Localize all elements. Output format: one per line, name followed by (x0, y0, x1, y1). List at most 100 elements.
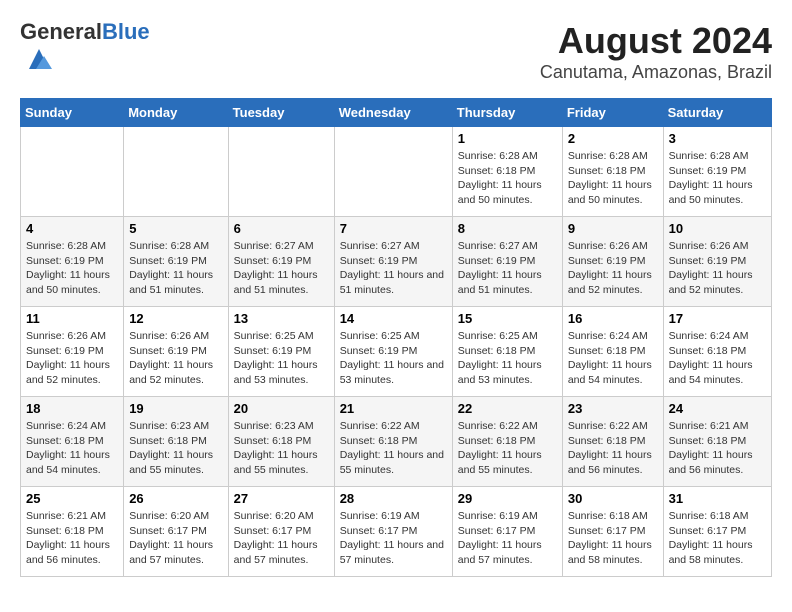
calendar-cell: 14 Sunrise: 6:25 AMSunset: 6:19 PMDayligh… (334, 307, 452, 397)
logo: GeneralBlue (20, 20, 150, 79)
day-number: 9 (568, 221, 658, 236)
calendar-cell: 13Sunrise: 6:25 AMSunset: 6:19 PMDayligh… (228, 307, 334, 397)
calendar-cell: 23 Sunrise: 6:22 AMSunset: 6:18 PMDayligh… (562, 397, 663, 487)
title-block: August 2024 Canutama, Amazonas, Brazil (540, 20, 772, 83)
day-number: 7 (340, 221, 447, 236)
day-number: 4 (26, 221, 118, 236)
calendar-cell: 2 Sunrise: 6:28 AMSunset: 6:18 PMDaylight… (562, 127, 663, 217)
week-row-2: 4 Sunrise: 6:28 AMSunset: 6:19 PMDaylight… (21, 217, 772, 307)
day-number: 17 (669, 311, 766, 326)
subtitle: Canutama, Amazonas, Brazil (540, 62, 772, 83)
calendar-cell: 20 Sunrise: 6:23 AMSunset: 6:18 PMDayligh… (228, 397, 334, 487)
cell-info: Sunrise: 6:25 AMSunset: 6:18 PMDaylight:… (458, 329, 557, 388)
calendar-cell: 5Sunrise: 6:28 AMSunset: 6:19 PMDaylight… (124, 217, 228, 307)
day-number: 6 (234, 221, 329, 236)
cell-info: Sunrise: 6:24 AMSunset: 6:18 PMDaylight:… (568, 329, 658, 388)
calendar-cell: 31 Sunrise: 6:18 AMSunset: 6:17 PMDayligh… (663, 487, 771, 577)
cell-info: Sunrise: 6:26 AMSunset: 6:19 PMDaylight:… (669, 239, 766, 298)
day-number: 3 (669, 131, 766, 146)
day-number: 10 (669, 221, 766, 236)
day-number: 14 (340, 311, 447, 326)
calendar-cell: 30 Sunrise: 6:18 AMSunset: 6:17 PMDayligh… (562, 487, 663, 577)
day-number: 31 (669, 491, 766, 506)
day-number: 15 (458, 311, 557, 326)
cell-info: Sunrise: 6:22 AMSunset: 6:18 PMDaylight:… (340, 419, 447, 478)
cell-info: Sunrise: 6:21 AMSunset: 6:18 PMDaylight:… (26, 509, 118, 568)
cell-info: Sunrise: 6:21 AMSunset: 6:18 PMDaylight:… (669, 419, 766, 478)
calendar-cell: 4Sunrise: 6:28 AMSunset: 6:19 PMDaylight… (21, 217, 124, 307)
logo-general-text: General (20, 19, 102, 44)
cell-info: Sunrise: 6:23 AMSunset: 6:18 PMDaylight:… (234, 419, 329, 478)
day-number: 13 (234, 311, 329, 326)
cell-info: Sunrise: 6:27 AMSunset: 6:19 PMDaylight:… (234, 239, 329, 298)
day-number: 27 (234, 491, 329, 506)
cell-info: Sunrise: 6:26 AMSunset: 6:19 PMDaylight:… (26, 329, 118, 388)
cell-info: Sunrise: 6:26 AMSunset: 6:19 PMDaylight:… (568, 239, 658, 298)
calendar-cell: 6 Sunrise: 6:27 AMSunset: 6:19 PMDaylight… (228, 217, 334, 307)
day-number: 1 (458, 131, 557, 146)
cell-info: Sunrise: 6:24 AMSunset: 6:18 PMDaylight:… (26, 419, 118, 478)
cell-info: Sunrise: 6:20 AMSunset: 6:17 PMDaylight:… (129, 509, 222, 568)
day-number: 11 (26, 311, 118, 326)
day-number: 12 (129, 311, 222, 326)
day-number: 23 (568, 401, 658, 416)
cell-info: Sunrise: 6:22 AMSunset: 6:18 PMDaylight:… (568, 419, 658, 478)
day-number: 22 (458, 401, 557, 416)
calendar-cell: 22Sunrise: 6:22 AMSunset: 6:18 PMDayligh… (452, 397, 562, 487)
cell-info: Sunrise: 6:19 AMSunset: 6:17 PMDaylight:… (340, 509, 447, 568)
day-number: 19 (129, 401, 222, 416)
calendar-cell (21, 127, 124, 217)
calendar-cell: 29Sunrise: 6:19 AMSunset: 6:17 PMDayligh… (452, 487, 562, 577)
column-header-saturday: Saturday (663, 99, 771, 127)
calendar-cell (124, 127, 228, 217)
calendar-cell: 21 Sunrise: 6:22 AMSunset: 6:18 PMDayligh… (334, 397, 452, 487)
cell-info: Sunrise: 6:26 AMSunset: 6:19 PMDaylight:… (129, 329, 222, 388)
calendar-cell: 11 Sunrise: 6:26 AMSunset: 6:19 PMDayligh… (21, 307, 124, 397)
day-number: 28 (340, 491, 447, 506)
calendar-cell: 7 Sunrise: 6:27 AMSunset: 6:19 PMDaylight… (334, 217, 452, 307)
week-row-5: 25 Sunrise: 6:21 AMSunset: 6:18 PMDayligh… (21, 487, 772, 577)
day-number: 20 (234, 401, 329, 416)
day-number: 18 (26, 401, 118, 416)
column-header-wednesday: Wednesday (334, 99, 452, 127)
day-number: 2 (568, 131, 658, 146)
calendar-table: SundayMondayTuesdayWednesdayThursdayFrid… (20, 98, 772, 577)
logo-blue-text: Blue (102, 19, 150, 44)
calendar-cell: 1Sunrise: 6:28 AMSunset: 6:18 PMDaylight… (452, 127, 562, 217)
calendar-cell: 15 Sunrise: 6:25 AMSunset: 6:18 PMDayligh… (452, 307, 562, 397)
column-header-monday: Monday (124, 99, 228, 127)
calendar-cell: 12 Sunrise: 6:26 AMSunset: 6:19 PMDayligh… (124, 307, 228, 397)
column-header-friday: Friday (562, 99, 663, 127)
column-header-thursday: Thursday (452, 99, 562, 127)
day-number: 26 (129, 491, 222, 506)
day-number: 25 (26, 491, 118, 506)
page-header: GeneralBlue August 2024 Canutama, Amazon… (20, 20, 772, 83)
calendar-cell (228, 127, 334, 217)
calendar-cell: 16Sunrise: 6:24 AMSunset: 6:18 PMDayligh… (562, 307, 663, 397)
calendar-cell: 18 Sunrise: 6:24 AMSunset: 6:18 PMDayligh… (21, 397, 124, 487)
calendar-cell: 26 Sunrise: 6:20 AMSunset: 6:17 PMDayligh… (124, 487, 228, 577)
calendar-cell: 28 Sunrise: 6:19 AMSunset: 6:17 PMDayligh… (334, 487, 452, 577)
column-header-sunday: Sunday (21, 99, 124, 127)
cell-info: Sunrise: 6:28 AMSunset: 6:18 PMDaylight:… (568, 149, 658, 208)
cell-info: Sunrise: 6:25 AMSunset: 6:19 PMDaylight:… (340, 329, 447, 388)
calendar-cell: 24Sunrise: 6:21 AMSunset: 6:18 PMDayligh… (663, 397, 771, 487)
cell-info: Sunrise: 6:28 AMSunset: 6:19 PMDaylight:… (129, 239, 222, 298)
cell-info: Sunrise: 6:18 AMSunset: 6:17 PMDaylight:… (568, 509, 658, 568)
calendar-header-row: SundayMondayTuesdayWednesdayThursdayFrid… (21, 99, 772, 127)
cell-info: Sunrise: 6:27 AMSunset: 6:19 PMDaylight:… (340, 239, 447, 298)
week-row-3: 11 Sunrise: 6:26 AMSunset: 6:19 PMDayligh… (21, 307, 772, 397)
cell-info: Sunrise: 6:27 AMSunset: 6:19 PMDaylight:… (458, 239, 557, 298)
calendar-cell (334, 127, 452, 217)
cell-info: Sunrise: 6:18 AMSunset: 6:17 PMDaylight:… (669, 509, 766, 568)
cell-info: Sunrise: 6:23 AMSunset: 6:18 PMDaylight:… (129, 419, 222, 478)
main-title: August 2024 (540, 20, 772, 62)
week-row-1: 1 Sunrise: 6:28 AMSunset: 6:18 PMDaylight… (21, 127, 772, 217)
day-number: 21 (340, 401, 447, 416)
day-number: 30 (568, 491, 658, 506)
calendar-cell: 17Sunrise: 6:24 AMSunset: 6:18 PMDayligh… (663, 307, 771, 397)
cell-info: Sunrise: 6:20 AMSunset: 6:17 PMDaylight:… (234, 509, 329, 568)
week-row-4: 18 Sunrise: 6:24 AMSunset: 6:18 PMDayligh… (21, 397, 772, 487)
calendar-cell: 27 Sunrise: 6:20 AMSunset: 6:17 PMDayligh… (228, 487, 334, 577)
column-header-tuesday: Tuesday (228, 99, 334, 127)
